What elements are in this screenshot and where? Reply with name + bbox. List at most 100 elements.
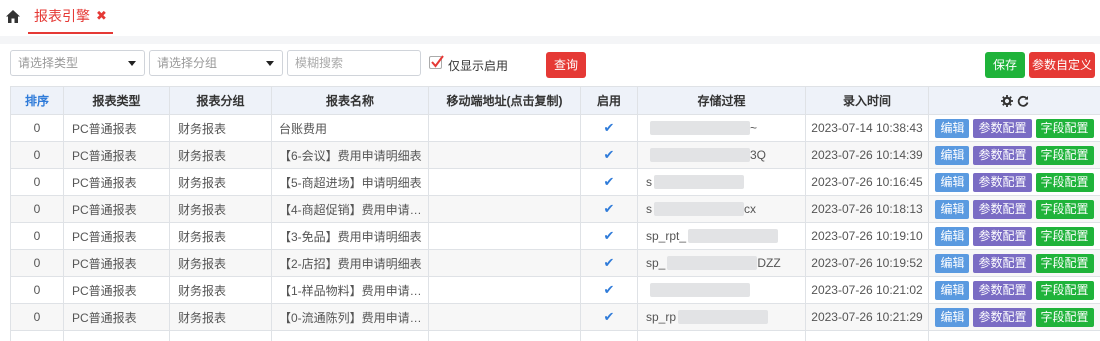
field-config-button[interactable]: 字段配置 — [1035, 118, 1094, 138]
proc-prefix: sp_ — [646, 255, 666, 270]
check-icon: ✔ — [603, 174, 615, 189]
cell-name: 【6-会议】费用申请明细表 — [271, 141, 429, 169]
close-icon[interactable]: ✖ — [96, 8, 107, 24]
proc-suffix: DZZ — [757, 255, 781, 270]
check-icon: ✔ — [603, 120, 615, 135]
tab-report-engine[interactable]: 报表引擎 ✖ — [28, 0, 113, 34]
field-config-button[interactable]: 字段配置 — [1035, 172, 1094, 192]
edit-button[interactable]: 编辑 — [935, 226, 970, 246]
save-button[interactable]: 保存 — [985, 52, 1025, 78]
param-config-button[interactable]: 参数配置 — [973, 253, 1032, 273]
cell-name: 台账费用 — [271, 114, 429, 142]
gear-icon[interactable] — [1000, 94, 1013, 107]
cell-time: 2023-07-26 10:21:02 — [805, 276, 929, 304]
cell-proc: sp_rpt_ — [637, 222, 806, 250]
cell-type: PC普通报表 — [63, 222, 170, 250]
check-icon: ✔ — [603, 255, 615, 270]
cell-proc: sp_ DZZ — [637, 249, 806, 277]
column-header-sort[interactable]: 排序 — [10, 86, 64, 115]
search-input[interactable] — [287, 50, 421, 76]
query-button[interactable]: 查询 — [546, 52, 586, 78]
proc-prefix: sp_rpt_ — [646, 228, 687, 243]
tab-label: 报表引擎 — [34, 8, 90, 24]
tab-bar: 报表引擎 ✖ — [0, 0, 1100, 34]
param-config-button[interactable]: 参数配置 — [973, 199, 1032, 219]
cell-name: 【3-免品】费用申请明细表 — [271, 222, 429, 250]
report-table: 排序 报表类型 报表分组 报表名称 移动端地址(点击复制) 启用 存储过程 录入… — [10, 86, 1100, 341]
edit-button[interactable]: 编辑 — [935, 307, 970, 327]
edit-button[interactable]: 编辑 — [935, 145, 970, 165]
cell-type: PC普通报表 — [63, 303, 170, 331]
home-icon[interactable] — [6, 10, 20, 23]
cell-proc: s — [637, 168, 806, 196]
cell-name: 【4-商超促销】费用申请明... — [271, 195, 429, 223]
cell-time: 2023-07-26 10:19:52 — [805, 249, 929, 277]
custom-params-button[interactable]: 参数自定义 — [1029, 52, 1095, 78]
param-config-button[interactable]: 参数配置 — [973, 145, 1032, 165]
cell-name: 【5-商超进场】申请明细表 — [271, 168, 429, 196]
cell-actions: 编辑 参数配置 字段配置 — [928, 195, 1100, 223]
edit-button[interactable]: 编辑 — [935, 280, 970, 300]
redacted-mask — [654, 175, 744, 190]
edit-button[interactable]: 编辑 — [935, 199, 970, 219]
cell-proc: s cx — [637, 195, 806, 223]
param-config-button[interactable]: 参数配置 — [973, 172, 1032, 192]
field-config-button[interactable]: 字段配置 — [1035, 199, 1094, 219]
cell-mobile[interactable] — [428, 276, 581, 304]
refresh-icon[interactable] — [1017, 95, 1029, 107]
cell-enabled: ✔ — [580, 168, 638, 196]
param-config-button[interactable]: 参数配置 — [973, 307, 1032, 327]
only-enabled-checkbox[interactable] — [429, 55, 444, 69]
cell-group: 财务报表 — [169, 141, 272, 169]
cell-name: 【1-样品物料】费用申请明细表 — [271, 276, 429, 304]
cell-type: PC普通报表 — [63, 141, 170, 169]
cell-actions: 编辑 参数配置 字段配置 — [928, 222, 1100, 250]
cell-proc: sp_rp — [637, 303, 806, 331]
cell-enabled: ✔ — [580, 114, 638, 142]
param-config-button[interactable]: 参数配置 — [973, 118, 1032, 138]
divider — [0, 36, 1100, 44]
cell-time: 2023-07-26 10:21:29 — [805, 303, 929, 331]
redacted-mask — [667, 256, 758, 271]
param-config-button[interactable]: 参数配置 — [973, 280, 1032, 300]
cell-mobile[interactable] — [428, 141, 581, 169]
cell-time: 2023-07-26 10:16:45 — [805, 168, 929, 196]
cell-mobile[interactable] — [428, 195, 581, 223]
column-header-time: 录入时间 — [805, 86, 929, 115]
group-select-placeholder: 请选择分组 — [157, 56, 218, 70]
table-row: 0 PC普通报表 财务报表 【3-免品】费用申请明细表 ✔ sp_rpt_ 2023-07-… — [10, 222, 1100, 250]
filter-bar: 请选择类型 请选择分组 仅显示启用 查询 保存 参数自定义 — [0, 50, 1100, 78]
check-icon: ✔ — [603, 147, 615, 162]
field-config-button[interactable]: 字段配置 — [1035, 280, 1094, 300]
empty-cell — [580, 330, 638, 341]
cell-mobile[interactable] — [428, 222, 581, 250]
cell-name: 【2-店招】费用申请明细表 — [271, 249, 429, 277]
cell-mobile[interactable] — [428, 168, 581, 196]
edit-button[interactable]: 编辑 — [935, 118, 970, 138]
column-header-name: 报表名称 — [271, 86, 429, 115]
proc-suffix: 3Q — [750, 147, 767, 162]
cell-mobile[interactable] — [428, 114, 581, 142]
cell-actions: 编辑 参数配置 字段配置 — [928, 168, 1100, 196]
table-row: 0 PC普通报表 财务报表 【6-会议】费用申请明细表 ✔ 3Q 2023-07-26 10… — [10, 141, 1100, 169]
param-config-button[interactable]: 参数配置 — [973, 226, 1032, 246]
cell-group: 财务报表 — [169, 222, 272, 250]
cell-mobile[interactable] — [428, 303, 581, 331]
table-row: 0PC普通报表财务报表【0-流通陈列】费用申请明细表 ✔ sp_rp 2023-07-… — [10, 303, 1100, 331]
group-select[interactable]: 请选择分组 — [149, 50, 283, 76]
cell-enabled: ✔ — [580, 195, 638, 223]
field-config-button[interactable]: 字段配置 — [1035, 226, 1094, 246]
edit-button[interactable]: 编辑 — [935, 253, 970, 273]
field-config-button[interactable]: 字段配置 — [1035, 307, 1094, 327]
type-select[interactable]: 请选择类型 — [10, 50, 145, 76]
edit-button[interactable]: 编辑 — [935, 172, 970, 192]
cell-sort: 0 — [10, 276, 64, 304]
field-config-button[interactable]: 字段配置 — [1035, 145, 1094, 165]
cell-mobile[interactable] — [428, 249, 581, 277]
cell-sort: 0 — [10, 249, 64, 277]
empty-cell — [637, 330, 806, 341]
redacted-mask — [650, 121, 750, 136]
field-config-button[interactable]: 字段配置 — [1035, 253, 1094, 273]
check-icon: ✔ — [603, 228, 615, 243]
cell-group: 财务报表 — [169, 276, 272, 304]
